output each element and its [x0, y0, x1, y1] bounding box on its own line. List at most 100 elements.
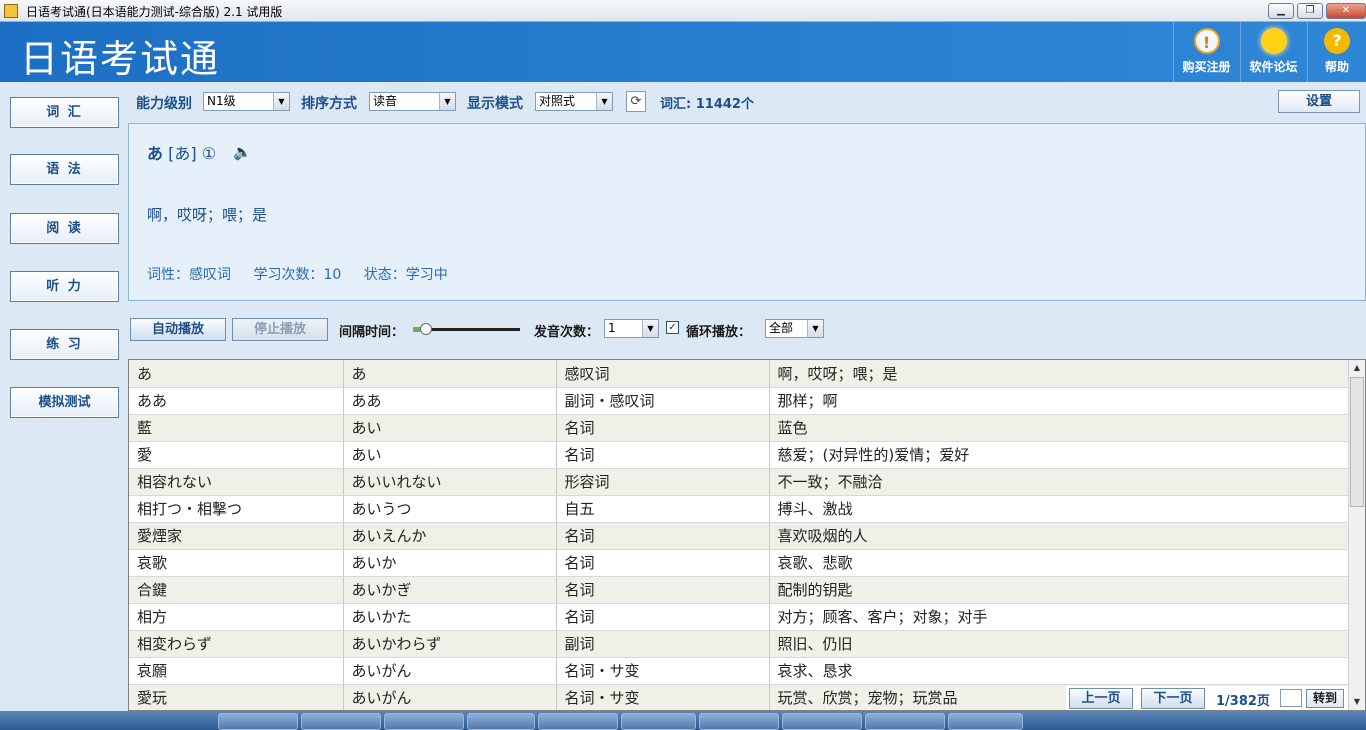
cell-word: 合鍵: [129, 576, 344, 604]
close-button[interactable]: ✕: [1326, 3, 1366, 19]
cell-reading: あいかぎ: [343, 576, 557, 604]
cell-reading: あいか: [343, 549, 557, 577]
cell-reading: あいがん: [343, 657, 557, 685]
cell-pos: 感叹词: [556, 360, 770, 388]
table-row[interactable]: 愛あい 名词 慈爱；(对异性的)爱情；爱好: [129, 441, 1350, 469]
playback-bar: 自动播放 停止播放 间隔时间： 发音次数： 1 ▼ ✓ 循环播放： 全部 ▼: [128, 316, 1366, 342]
word-reading: [あ]: [168, 144, 197, 163]
level-value: N1级: [207, 94, 236, 108]
forum-label: 软件论坛: [1249, 60, 1298, 74]
repeat-label: 发音次数：: [534, 325, 600, 340]
word-heading: あ [あ] ①: [147, 140, 216, 164]
sidebar-item-mock-test[interactable]: 模拟测试: [10, 387, 119, 418]
scroll-down-icon[interactable]: ▼: [1349, 694, 1365, 710]
taskbar-item[interactable]: [538, 713, 618, 730]
taskbar-item[interactable]: [384, 713, 464, 730]
go-to-page-button[interactable]: 转到: [1306, 689, 1344, 708]
page-number-input[interactable]: [1280, 689, 1302, 707]
cell-word: 愛: [129, 441, 344, 469]
pager: 上一页 下一页 1/382页 转到: [1066, 686, 1348, 710]
settings-button[interactable]: 设置: [1278, 90, 1360, 113]
cell-meaning: 蓝色: [769, 414, 1350, 442]
cell-word: 藍: [129, 414, 344, 442]
stop-play-button[interactable]: 停止播放: [232, 318, 328, 341]
cell-reading: あいかわらず: [343, 630, 557, 658]
cell-pos: 名词: [556, 576, 770, 604]
table-row[interactable]: 相打つ・相撃つ あいうつ 自五 搏斗、激战: [129, 495, 1350, 523]
word-meaning: 啊，哎呀；喂；是: [147, 206, 268, 224]
lightbulb-icon: ●: [1260, 28, 1287, 54]
table-row[interactable]: ああ ああ 副词・感叹词 那样；啊: [129, 387, 1350, 415]
cell-pos: 副词: [556, 630, 770, 658]
register-icon: !: [1193, 28, 1220, 54]
forum-button[interactable]: ● 软件论坛: [1240, 22, 1306, 82]
mode-value: 对照式: [539, 94, 576, 108]
table-row[interactable]: 相容れない あいいれない 形容词 不一致；不融洽: [129, 468, 1350, 496]
cell-meaning: 配制的钥匙: [769, 576, 1350, 604]
mode-select[interactable]: 对照式 ▼: [535, 92, 613, 111]
taskbar-item[interactable]: [218, 713, 298, 730]
minimize-button[interactable]: ▁: [1268, 3, 1294, 19]
auto-play-button[interactable]: 自动播放: [130, 318, 226, 341]
speaker-icon[interactable]: 🔈: [233, 143, 252, 161]
taskbar-item[interactable]: [699, 713, 779, 730]
taskbar-item[interactable]: [301, 713, 381, 730]
chevron-down-icon: ▼: [273, 93, 289, 110]
cell-meaning: 哀求、恳求: [769, 657, 1350, 685]
cell-meaning: 哀歌、悲歌: [769, 549, 1350, 577]
prev-page-button[interactable]: 上一页: [1069, 688, 1133, 709]
cell-pos: 名词: [556, 522, 770, 550]
table-row[interactable]: 哀願 あいがん 名词・サ变 哀求、恳求: [129, 657, 1350, 685]
taskbar-item[interactable]: [782, 713, 862, 730]
table-row[interactable]: ああ感叹词 啊，哎呀；喂；是: [129, 360, 1350, 388]
window-title: 日语考试通(日本语能力测试-综合版) 2.1 试用版: [26, 5, 283, 19]
sidebar-item-listening[interactable]: 听 力: [10, 271, 119, 302]
taskbar-item[interactable]: [467, 713, 535, 730]
cell-reading: あいうつ: [343, 495, 557, 523]
word-pos: 词性：感叹词: [147, 267, 231, 283]
level-label: 能力级别: [136, 96, 192, 112]
word-meta: 词性：感叹词 学习次数：10 状态：学习中: [147, 264, 466, 284]
cell-reading: あい: [343, 441, 557, 469]
sort-select[interactable]: 读音 ▼: [369, 92, 456, 111]
interval-slider[interactable]: [413, 323, 520, 335]
word-kana: あ: [147, 144, 164, 163]
sidebar-item-practice[interactable]: 练 习: [10, 329, 119, 360]
table-row[interactable]: 哀歌 あいか 名词 哀歌、悲歌: [129, 549, 1350, 577]
table-row[interactable]: 藍あい 名词 蓝色: [129, 414, 1350, 442]
repeat-select[interactable]: 1 ▼: [604, 319, 659, 338]
table-scrollbar[interactable]: ▲ ▼: [1348, 360, 1365, 710]
register-button[interactable]: ! 购买注册: [1173, 22, 1239, 82]
cell-word: あ: [129, 360, 344, 388]
loop-select[interactable]: 全部 ▼: [765, 319, 824, 338]
cell-word: ああ: [129, 387, 344, 415]
loop-checkbox[interactable]: ✓: [666, 321, 679, 334]
help-button[interactable]: ? 帮助: [1307, 22, 1366, 82]
cell-meaning: 喜欢吸烟的人: [769, 522, 1350, 550]
table-row[interactable]: 相方 あいかた 名词 对方；顾客、客户；对象；对手: [129, 603, 1350, 631]
chevron-down-icon: ▼: [642, 320, 658, 337]
next-page-button[interactable]: 下一页: [1141, 688, 1205, 709]
sidebar-item-vocabulary[interactable]: 词 汇: [10, 97, 119, 128]
loop-value: 全部: [769, 321, 794, 335]
table-row[interactable]: 合鍵 あいかぎ 名词 配制的钥匙: [129, 576, 1350, 604]
scrollbar-thumb[interactable]: [1350, 377, 1364, 507]
sort-value: 读音: [373, 94, 398, 108]
maximize-button[interactable]: ❐: [1297, 3, 1323, 19]
interval-slider-handle[interactable]: [420, 323, 432, 335]
refresh-icon[interactable]: ⟳: [626, 91, 646, 112]
cell-meaning: 照旧、仍旧: [769, 630, 1350, 658]
cell-word: 哀歌: [129, 549, 344, 577]
taskbar-item[interactable]: [948, 713, 1023, 730]
cell-word: 相打つ・相撃つ: [129, 495, 344, 523]
level-select[interactable]: N1级 ▼: [203, 92, 290, 111]
taskbar-item[interactable]: [621, 713, 696, 730]
scroll-up-icon[interactable]: ▲: [1349, 360, 1365, 376]
table-row[interactable]: 愛煙家 あいえんか 名词 喜欢吸烟的人: [129, 522, 1350, 550]
table-row[interactable]: 相変わらず あいかわらず 副词 照旧、仍旧: [129, 630, 1350, 658]
cell-reading: ああ: [343, 387, 557, 415]
taskbar-item[interactable]: [865, 713, 945, 730]
sidebar-item-grammar[interactable]: 语 法: [10, 154, 119, 185]
sidebar-item-reading[interactable]: 阅 读: [10, 213, 119, 244]
cell-reading: あいえんか: [343, 522, 557, 550]
